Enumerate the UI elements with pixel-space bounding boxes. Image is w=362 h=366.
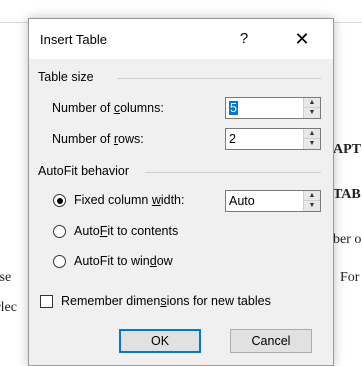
remember-dimensions-checkbox[interactable] bbox=[40, 295, 53, 308]
rows-value[interactable]: 2 bbox=[229, 132, 236, 146]
autofit-window-radio[interactable] bbox=[53, 255, 66, 268]
table-size-group-label: Table size bbox=[38, 70, 94, 84]
autofit-contents-label[interactable]: AutoFit to contents bbox=[74, 224, 178, 238]
ok-button[interactable]: OK bbox=[119, 329, 201, 353]
decrement-icon[interactable]: ▼ bbox=[304, 108, 320, 118]
rows-spinner[interactable]: 2 ▲ ▼ bbox=[225, 128, 321, 150]
decrement-icon[interactable]: ▼ bbox=[304, 139, 320, 149]
doc-fragment: ber o bbox=[333, 232, 362, 247]
group-divider bbox=[117, 78, 321, 79]
fixed-width-value[interactable]: Auto bbox=[229, 194, 255, 208]
columns-spinner[interactable]: 5 ▲ ▼ bbox=[225, 97, 321, 119]
fixed-width-spinner[interactable]: Auto ▲ ▼ bbox=[225, 190, 321, 212]
autofit-contents-radio[interactable] bbox=[53, 225, 66, 238]
doc-fragment: rlec bbox=[0, 300, 17, 315]
rows-label: Number of rows: bbox=[52, 132, 144, 146]
doc-fragment: APT bbox=[333, 142, 361, 157]
fixed-width-radio[interactable] bbox=[53, 194, 66, 207]
increment-icon[interactable]: ▲ bbox=[304, 98, 320, 108]
remember-dimensions-label[interactable]: Remember dimensions for new tables bbox=[61, 294, 271, 308]
doc-fragment: For bbox=[340, 270, 360, 285]
decrement-icon[interactable]: ▼ bbox=[304, 201, 320, 211]
cancel-button[interactable]: Cancel bbox=[230, 329, 312, 353]
rows-spinner-arrows: ▲ ▼ bbox=[303, 129, 320, 149]
dialog-title: Insert Table bbox=[40, 32, 107, 47]
autofit-group-label: AutoFit behavior bbox=[38, 164, 130, 178]
doc-fragment: .se bbox=[0, 270, 12, 285]
increment-icon[interactable]: ▲ bbox=[304, 129, 320, 139]
doc-fragment: TAB bbox=[333, 187, 361, 202]
insert-table-dialog: Insert Table ? ✕ Table size Number of co… bbox=[28, 18, 334, 366]
radio-selected-dot bbox=[56, 197, 63, 204]
help-button[interactable]: ? bbox=[229, 25, 259, 53]
close-button[interactable]: ✕ bbox=[287, 25, 317, 53]
fixed-width-spinner-arrows: ▲ ▼ bbox=[303, 191, 320, 211]
autofit-window-label[interactable]: AutoFit to window bbox=[74, 254, 173, 268]
increment-icon[interactable]: ▲ bbox=[304, 191, 320, 201]
group-divider bbox=[145, 172, 321, 173]
columns-value[interactable]: 5 bbox=[229, 101, 238, 115]
fixed-width-label[interactable]: Fixed column width: bbox=[74, 193, 184, 207]
columns-label: Number of columns: bbox=[52, 101, 164, 115]
columns-spinner-arrows: ▲ ▼ bbox=[303, 98, 320, 118]
dialog-titlebar[interactable]: Insert Table ? ✕ bbox=[29, 19, 333, 59]
